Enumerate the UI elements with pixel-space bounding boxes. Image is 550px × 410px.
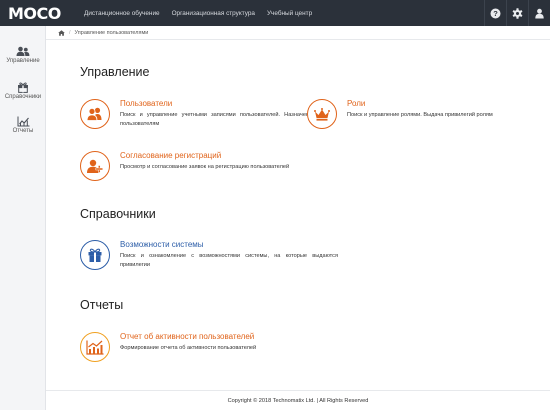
gift-icon bbox=[18, 82, 28, 93]
section-title-management: Управление bbox=[80, 65, 150, 79]
chart-icon bbox=[86, 340, 104, 355]
user-icon bbox=[535, 8, 544, 18]
registration-card-circle bbox=[80, 151, 110, 181]
gear-icon bbox=[512, 7, 523, 19]
logo-text: MOCO bbox=[8, 3, 61, 23]
sidebar-item-label: Справочники bbox=[4, 94, 42, 100]
capabilities-card-circle bbox=[80, 240, 110, 270]
help-button[interactable]: ? bbox=[484, 0, 506, 26]
section-title-references: Справочники bbox=[80, 207, 156, 221]
card-title[interactable]: Согласование регистраций bbox=[120, 151, 221, 160]
nav-org-structure[interactable]: Организационная структура bbox=[172, 10, 255, 17]
top-navbar: MOCO Дистанционное обучение Организацион… bbox=[0, 0, 550, 26]
breadcrumb: / Управление пользователями bbox=[46, 26, 550, 40]
nav-distance-learning[interactable]: Дистанционное обучение bbox=[84, 10, 160, 17]
card-description: Поиск и ознакомление с возможностями сис… bbox=[120, 253, 338, 268]
sidebar-item-reports[interactable]: Отчеты bbox=[0, 116, 46, 134]
sidebar-item-label: Отчеты bbox=[12, 128, 34, 134]
roles-card-circle bbox=[307, 99, 337, 129]
users-card-circle bbox=[80, 99, 110, 129]
card-description: Поиск и управление ролями. Выдача привил… bbox=[347, 112, 493, 118]
crown-icon bbox=[314, 107, 330, 121]
chart-icon bbox=[17, 116, 29, 127]
gift-icon bbox=[88, 248, 102, 262]
sidebar-item-label: Управление bbox=[6, 58, 40, 64]
user-add-icon bbox=[87, 159, 104, 173]
card-title[interactable]: Возможности системы bbox=[120, 240, 204, 249]
card-description: Формирование отчета об активности пользо… bbox=[120, 345, 257, 351]
settings-button[interactable] bbox=[506, 0, 528, 26]
sidebar-item-references[interactable]: Справочники bbox=[0, 81, 46, 100]
left-sidebar: Управление Справочники Отчеты bbox=[0, 26, 46, 410]
card-description: Просмотр и согласование заявок на регист… bbox=[120, 164, 290, 170]
users-icon bbox=[86, 107, 102, 121]
users-icon bbox=[16, 46, 30, 56]
section-title-reports: Отчеты bbox=[80, 298, 124, 312]
report-card-circle bbox=[80, 332, 110, 362]
card-title[interactable]: Пользователи bbox=[120, 99, 172, 108]
moco-logo[interactable]: MOCO bbox=[8, 3, 76, 23]
top-nav: Дистанционное обучение Организационная с… bbox=[84, 10, 324, 17]
breadcrumb-current: Управление пользователями bbox=[74, 29, 149, 36]
svg-text:?: ? bbox=[493, 9, 498, 18]
card-title[interactable]: Отчет об активности пользователей bbox=[120, 332, 254, 341]
breadcrumb-separator: / bbox=[69, 29, 71, 36]
home-icon[interactable] bbox=[58, 29, 65, 36]
profile-button[interactable] bbox=[528, 0, 550, 26]
card-title[interactable]: Роли bbox=[347, 99, 365, 108]
footer: Copyright © 2018 Technomatix Ltd. | All … bbox=[46, 390, 550, 410]
card-description: Поиск и управление учетными записями пол… bbox=[120, 112, 335, 127]
nav-training-center[interactable]: Учебный центр bbox=[267, 10, 312, 17]
help-icon: ? bbox=[490, 8, 501, 18]
top-right-controls: ? bbox=[484, 0, 550, 26]
sidebar-item-management[interactable]: Управление bbox=[0, 46, 46, 64]
